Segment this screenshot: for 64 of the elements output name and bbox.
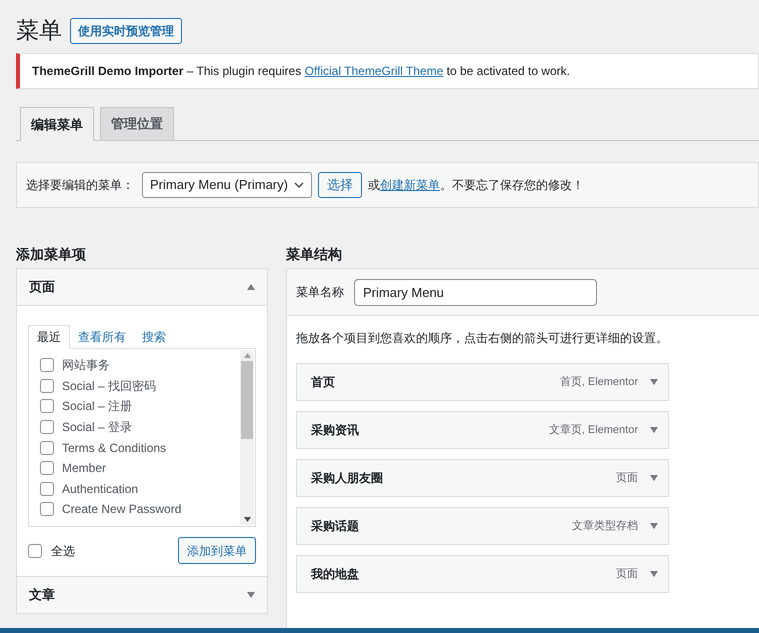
menu-name-label: 菜单名称 [296,284,344,301]
menu-item[interactable]: 采购资讯 文章页, Elementor [296,411,669,449]
checkbox[interactable] [40,399,54,414]
page-label: 网站事务 [62,357,110,374]
expand-arrow-icon[interactable] [650,523,658,529]
menu-item-type: 页面 [616,566,638,582]
tab[interactable]: 管理位置 [100,107,174,140]
section-heading: 菜单结构 [286,245,343,264]
create-menu-text: 或创建新菜单。不要忘了保存您的修改！ [368,177,584,194]
menu-item[interactable]: 采购人朋友圈 页面 [296,459,669,497]
menu-item-type: 页面 [616,470,638,486]
tab[interactable]: 查看所有 [70,325,134,349]
create-menu-link[interactable]: 创建新菜单 [380,178,440,192]
expand-arrow-icon[interactable] [650,475,658,481]
checkbox[interactable] [40,502,54,516]
chevron-down-icon [294,182,304,188]
menu-item-title: 采购资讯 [311,422,360,439]
scroll-down-icon[interactable] [244,517,250,522]
checkbox[interactable] [40,358,54,372]
checkbox[interactable] [40,378,54,393]
menu-item[interactable]: 我的地盘 页面 [296,555,669,593]
checkbox[interactable] [40,461,54,476]
tab[interactable]: 搜索 [134,325,174,349]
expand-arrow-icon[interactable] [650,379,658,385]
checkbox[interactable] [40,420,54,434]
select-all-label: 全选 [51,542,75,560]
page-label: Terms & Conditions [62,440,166,457]
select-label: 选择要编辑的菜单： [26,177,134,194]
section-heading: 添加菜单项 [16,245,87,264]
instruction-text: 拖放各个项目到您喜欢的顺序，点击右侧的箭头可进行更详细的设置。 [295,330,669,347]
select-button[interactable]: 选择 [318,172,362,198]
menu-item[interactable]: 首页 首页, Elementor [296,363,669,401]
tab[interactable]: 编辑菜单 [20,107,94,141]
menu-dropdown[interactable]: Primary Menu (Primary) [142,172,312,198]
menu-item-type: 首页, Elementor [560,374,638,390]
panel-header[interactable]: 文章 [17,576,267,613]
checkbox[interactable] [40,440,54,455]
page-label: Social – 注册 [62,398,132,416]
page-label: Social – 找回密码 [62,378,156,395]
scroll-up-icon[interactable] [244,353,250,358]
menu-item-title: 首页 [311,374,336,391]
theme-link[interactable]: Official ThemeGrill Theme [304,64,444,78]
add-to-menu-button[interactable]: 添加到菜单 [178,537,256,564]
page-label: Social – 登录 [62,419,132,436]
live-preview-button[interactable]: 使用实时预览管理 [70,18,182,44]
menu-item-title: 我的地盘 [311,566,360,583]
notice-text: ThemeGrill Demo Importer – This plugin requires Official ThemeGrill Theme to be activated to work. [32,63,570,80]
page-label: Authentication [62,480,138,498]
page-title: 菜单 [16,16,62,45]
menu-item-title: 采购话题 [311,518,360,535]
page-label: Member [62,460,106,478]
expand-arrow-icon[interactable] [650,571,658,577]
expand-arrow-icon[interactable] [650,427,658,433]
select-all-checkbox[interactable] [28,544,42,558]
checkbox[interactable] [40,482,54,496]
scrollbar[interactable] [240,350,254,525]
menu-item-title: 采购人朋友圈 [311,470,384,487]
menu-item[interactable]: 采购话题 文章类型存档 [296,507,669,545]
menu-item-type: 文章类型存档 [572,518,638,534]
page-label: Create New Password [62,501,182,518]
menu-name-field[interactable]: Primary Menu [354,278,597,306]
tab[interactable]: 最近 [28,325,70,349]
panel-header[interactable]: 页面 [17,269,267,306]
menu-item-type: 文章页, Elementor [548,422,638,438]
